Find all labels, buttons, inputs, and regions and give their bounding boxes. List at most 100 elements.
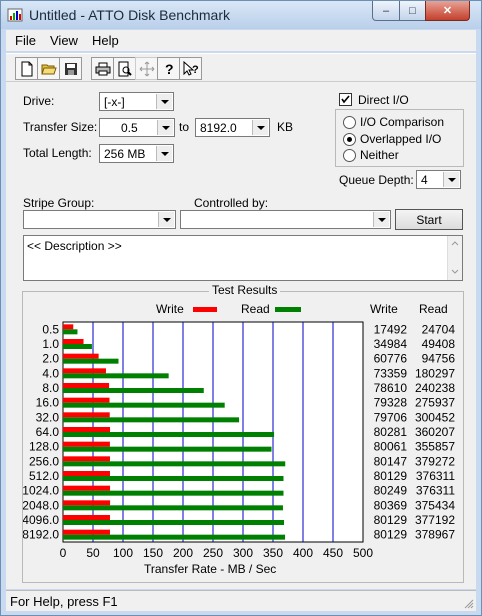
write-value: 80147: [374, 454, 408, 468]
controlled-by-select[interactable]: [180, 210, 391, 229]
write-bar: [63, 515, 110, 520]
overlapped-io-radio[interactable]: [343, 133, 356, 146]
category-label: 1024.0: [23, 484, 59, 498]
read-bar: [63, 490, 284, 496]
total-length-select[interactable]: 256 MB: [99, 144, 174, 163]
menu-help[interactable]: Help: [92, 33, 119, 48]
read-value: 360207: [415, 425, 455, 439]
write-bar: [63, 529, 110, 535]
io-comparison-radio[interactable]: [343, 116, 356, 129]
read-value: 376311: [416, 469, 455, 483]
chevron-down-icon[interactable]: [373, 212, 389, 227]
write-value: 80129: [374, 469, 408, 483]
read-value: 49408: [422, 337, 456, 351]
transfer-size-from-select[interactable]: 0.5: [99, 118, 175, 137]
category-label: 256.0: [29, 454, 59, 468]
menu-file[interactable]: File: [15, 33, 36, 48]
read-bar: [63, 461, 286, 467]
move-icon[interactable]: [135, 57, 158, 80]
stripe-group-select[interactable]: [23, 210, 176, 229]
write-value: 80369: [374, 498, 408, 512]
read-value: 180297: [415, 366, 455, 380]
read-bar: [63, 358, 119, 364]
x-tick-label: 500: [353, 546, 373, 560]
chevron-down-icon[interactable]: [252, 120, 268, 135]
write-column-header: Write: [370, 302, 398, 316]
write-bar: [63, 339, 84, 344]
save-icon[interactable]: [59, 57, 82, 80]
read-value: 378967: [415, 528, 455, 542]
title-bar[interactable]: Untitled - ATTO Disk Benchmark – □ ✕: [1, 1, 481, 29]
chevron-down-icon[interactable]: [443, 172, 459, 187]
overlapped-io-label: Overlapped I/O: [360, 132, 442, 146]
chevron-down-icon[interactable]: [158, 212, 174, 227]
print-preview-icon[interactable]: [113, 57, 136, 80]
description-scrollbar[interactable]: [447, 236, 462, 280]
read-value: 377192: [415, 513, 455, 527]
help-icon[interactable]: ?: [157, 57, 180, 80]
new-icon[interactable]: [15, 57, 38, 80]
write-value: 34984: [374, 337, 408, 351]
category-label: 2048.0: [23, 498, 59, 512]
context-help-icon[interactable]: ?: [179, 57, 202, 80]
io-mode-group: I/O Comparison Overlapped I/O Neither: [335, 109, 464, 167]
category-label: 0.5: [42, 322, 59, 336]
write-bar: [63, 324, 74, 330]
direct-io-checkbox[interactable]: [339, 93, 352, 106]
minimize-button[interactable]: –: [372, 1, 400, 21]
drive-value: [-x-]: [104, 95, 125, 109]
open-icon[interactable]: [37, 57, 60, 80]
write-bar: [63, 471, 110, 476]
drive-select[interactable]: [-x-]: [99, 92, 174, 111]
category-label: 8.0: [42, 381, 59, 395]
drive-label: Drive:: [23, 94, 55, 108]
app-window: Untitled - ATTO Disk Benchmark – □ ✕ Fil…: [0, 0, 482, 616]
stripe-group-label: Stripe Group:: [23, 196, 95, 210]
write-value: 80249: [374, 484, 408, 498]
direct-io-label: Direct I/O: [358, 93, 409, 107]
controlled-by-label: Controlled by:: [194, 196, 269, 210]
category-label: 2.0: [42, 352, 59, 366]
read-bar: [63, 432, 275, 437]
category-label: 8192.0: [23, 528, 59, 542]
write-value: 79706: [374, 410, 408, 424]
category-label: 64.0: [36, 425, 60, 439]
queue-depth-label: Queue Depth:: [339, 173, 414, 187]
status-text: For Help, press F1: [10, 594, 118, 609]
write-value: 79328: [374, 396, 408, 410]
chevron-down-icon[interactable]: [156, 94, 172, 109]
menu-view[interactable]: View: [50, 33, 78, 48]
total-length-label: Total Length:: [23, 146, 92, 160]
close-button[interactable]: ✕: [425, 1, 470, 21]
category-label: 32.0: [36, 410, 60, 424]
total-length-value: 256 MB: [104, 147, 146, 161]
read-bar: [63, 534, 286, 540]
scroll-arrows-icon: [451, 241, 459, 274]
read-bar: [63, 388, 204, 393]
description-box[interactable]: << Description >>: [23, 235, 463, 281]
read-value: 275937: [415, 396, 455, 410]
status-bar: For Help, press F1: [6, 590, 476, 611]
queue-depth-value: 4: [421, 173, 428, 187]
checkmark-icon: [341, 95, 350, 104]
legend-read-swatch: [275, 307, 301, 312]
read-bar: [63, 417, 240, 423]
read-bar: [63, 402, 225, 408]
category-label: 4096.0: [23, 513, 59, 527]
print-icon[interactable]: [91, 57, 114, 80]
queue-depth-select[interactable]: 4: [416, 170, 461, 189]
maximize-button[interactable]: □: [399, 1, 426, 21]
transfer-size-to-select[interactable]: 8192.0: [195, 118, 270, 137]
write-bar: [63, 427, 111, 432]
x-tick-label: 0: [60, 546, 67, 560]
resize-grip-icon[interactable]: [462, 597, 474, 609]
read-value: 379272: [415, 454, 455, 468]
neither-radio[interactable]: [343, 149, 356, 162]
toolbar: ? ?: [6, 53, 476, 82]
window-title: Untitled - ATTO Disk Benchmark: [29, 7, 230, 23]
legend-read-label: Read: [241, 302, 270, 316]
start-button[interactable]: Start: [395, 209, 463, 230]
chevron-down-icon[interactable]: [156, 146, 172, 161]
chevron-down-icon[interactable]: [157, 120, 173, 135]
neither-label: Neither: [360, 148, 399, 162]
